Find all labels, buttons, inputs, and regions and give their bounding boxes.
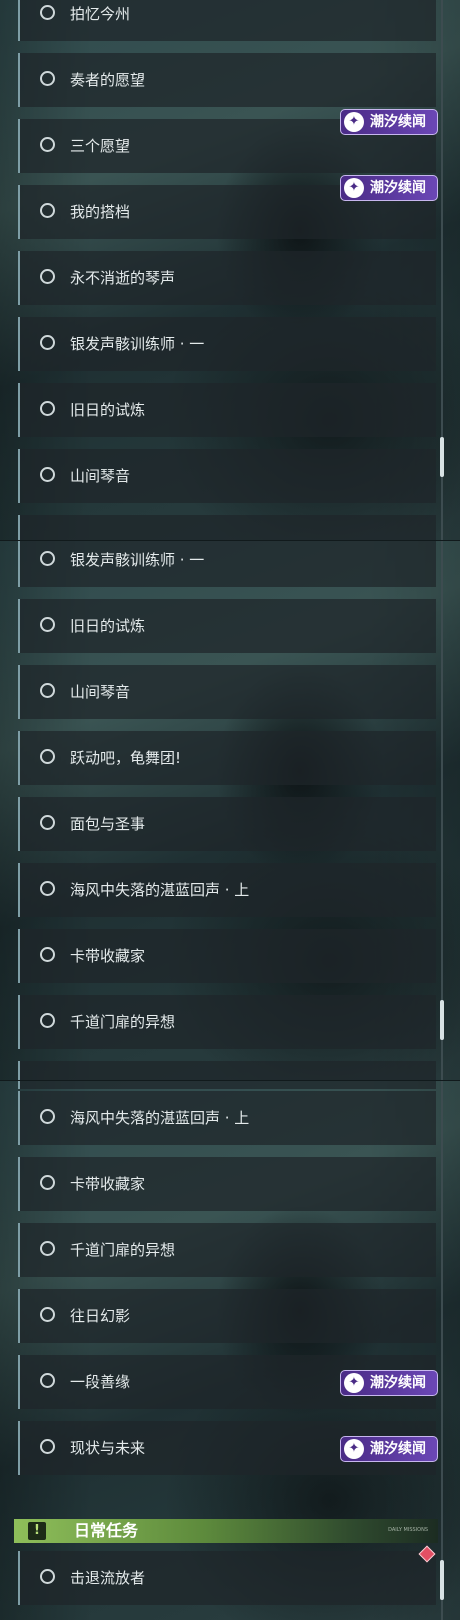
quest-title: 旧日的试炼: [70, 401, 146, 419]
wave-feather-icon: ✦: [344, 112, 364, 132]
quest-title: 山间琴音: [70, 467, 131, 485]
quest-row[interactable]: 山间琴音: [18, 665, 436, 719]
quest-title: 三个愿望: [70, 137, 131, 155]
badge-label: 潮汐续闻: [370, 114, 426, 130]
quest-list-panel-1: 拍忆今州 奏者的愿望 三个愿望 我的搭档 永不消逝的琴声 银发声骸训练师 · 一…: [0, 0, 460, 540]
quest-row[interactable]: 旧日的试炼: [18, 599, 436, 653]
quest-title: 奏者的愿望: [70, 71, 146, 89]
wave-feather-icon: ✦: [344, 178, 364, 198]
quest-row[interactable]: 跃动吧，龟舞团!: [18, 731, 436, 785]
quest-row[interactable]: 卡带收藏家: [18, 1157, 436, 1211]
quest-title: 千道门扉的异想: [70, 1013, 176, 1031]
scrollbar-thumb[interactable]: [440, 1000, 444, 1040]
daily-missions-subtitle: DAILY MISSIONS: [388, 1527, 428, 1533]
quest-status-circle-icon: [40, 269, 55, 284]
quest-status-circle-icon: [40, 1569, 55, 1584]
quest-title: 海风中失落的湛蓝回声 · 上: [70, 1109, 250, 1127]
quest-status-circle-icon: [40, 203, 55, 218]
quest-title: 我的搭档: [70, 203, 131, 221]
quest-title: 银发声骸训练师 · 一: [70, 551, 205, 569]
daily-missions-header[interactable]: ! 日常任务 DAILY MISSIONS: [14, 1519, 438, 1543]
quest-status-circle-icon: [40, 683, 55, 698]
quest-row[interactable]: 海风中失落的湛蓝回声 · 上: [18, 863, 436, 917]
quest-status-circle-icon: [40, 947, 55, 962]
quest-row[interactable]: 旧日的试炼: [18, 383, 436, 437]
quest-title: 旧日的试炼: [70, 617, 146, 635]
scrollbar-thumb[interactable]: [440, 437, 444, 477]
quest-row[interactable]: 千道门扉的异想: [18, 995, 436, 1049]
quest-title: 击退流放者: [70, 1569, 146, 1587]
quest-title: 千道门扉的异想: [70, 1241, 176, 1259]
quest-title: 往日幻影: [70, 1307, 131, 1325]
quest-row[interactable]: 千道门扉的异想: [18, 1223, 436, 1277]
quest-status-circle-icon: [40, 749, 55, 764]
daily-missions-title: 日常任务: [74, 1521, 139, 1540]
tide-story-badge: ✦ 潮汐续闻: [340, 109, 438, 135]
quest-status-circle-icon: [40, 467, 55, 482]
quest-status-circle-icon: [40, 335, 55, 350]
quest-row[interactable]: 永不消逝的琴声: [18, 251, 436, 305]
quest-row-partial[interactable]: [18, 1081, 436, 1089]
quest-title: 永不消逝的琴声: [70, 269, 176, 287]
tide-story-badge: ✦ 潮汐续闻: [340, 1436, 438, 1462]
quest-status-circle-icon: [40, 1175, 55, 1190]
quest-row[interactable]: 银发声骸训练师 · 一: [18, 541, 436, 587]
quest-status-circle-icon: [40, 5, 55, 20]
quest-status-circle-icon: [40, 401, 55, 416]
quest-title: 跃动吧，龟舞团!: [70, 749, 182, 767]
quest-list-panel-2: 银发声骸训练师 · 一 旧日的试炼 山间琴音 跃动吧，龟舞团! 面包与圣事 海风…: [0, 541, 460, 1080]
quest-row[interactable]: 往日幻影: [18, 1289, 436, 1343]
quest-status-circle-icon: [40, 137, 55, 152]
quest-status-circle-icon: [40, 1013, 55, 1028]
quest-title: 海风中失落的湛蓝回声 · 上: [70, 881, 250, 899]
tide-story-badge: ✦ 潮汐续闻: [340, 175, 438, 201]
quest-status-circle-icon: [40, 551, 55, 566]
quest-title: 现状与未来: [70, 1439, 146, 1457]
exclamation-icon: !: [28, 1522, 46, 1540]
quest-row[interactable]: 奏者的愿望: [18, 53, 436, 107]
wave-feather-icon: ✦: [344, 1373, 364, 1393]
quest-row[interactable]: 银发声骸训练师 · 一: [18, 317, 436, 371]
quest-title: 山间琴音: [70, 683, 131, 701]
quest-title: 卡带收藏家: [70, 1175, 146, 1193]
quest-row[interactable]: 拍忆今州: [18, 0, 436, 41]
quest-status-circle-icon: [40, 881, 55, 896]
tide-story-badge: ✦ 潮汐续闻: [340, 1370, 438, 1396]
quest-status-circle-icon: [40, 1373, 55, 1388]
quest-row-partial[interactable]: [18, 1061, 436, 1080]
quest-title: 一段善缘: [70, 1373, 131, 1391]
quest-status-circle-icon: [40, 1439, 55, 1454]
scrollbar-thumb[interactable]: [440, 1560, 444, 1600]
daily-quest-row[interactable]: 击退流放者: [18, 1551, 436, 1605]
quest-status-circle-icon: [40, 1307, 55, 1322]
quest-row[interactable]: 山间琴音: [18, 449, 436, 503]
quest-status-circle-icon: [40, 71, 55, 86]
quest-row[interactable]: 面包与圣事: [18, 797, 436, 851]
quest-row[interactable]: 海风中失落的湛蓝回声 · 上: [18, 1091, 436, 1145]
scrollbar-track[interactable]: [441, 1081, 443, 1620]
badge-label: 潮汐续闻: [370, 180, 426, 196]
badge-label: 潮汐续闻: [370, 1375, 426, 1391]
quest-title: 拍忆今州: [70, 5, 131, 23]
quest-row[interactable]: 卡带收藏家: [18, 929, 436, 983]
quest-title: 面包与圣事: [70, 815, 146, 833]
quest-row-partial[interactable]: [18, 515, 436, 540]
badge-label: 潮汐续闻: [370, 1441, 426, 1457]
wave-feather-icon: ✦: [344, 1439, 364, 1459]
quest-title: 银发声骸训练师 · 一: [70, 335, 205, 353]
quest-status-circle-icon: [40, 617, 55, 632]
quest-title: 卡带收藏家: [70, 947, 146, 965]
quest-status-circle-icon: [40, 1109, 55, 1124]
quest-status-circle-icon: [40, 1241, 55, 1256]
quest-status-circle-icon: [40, 815, 55, 830]
